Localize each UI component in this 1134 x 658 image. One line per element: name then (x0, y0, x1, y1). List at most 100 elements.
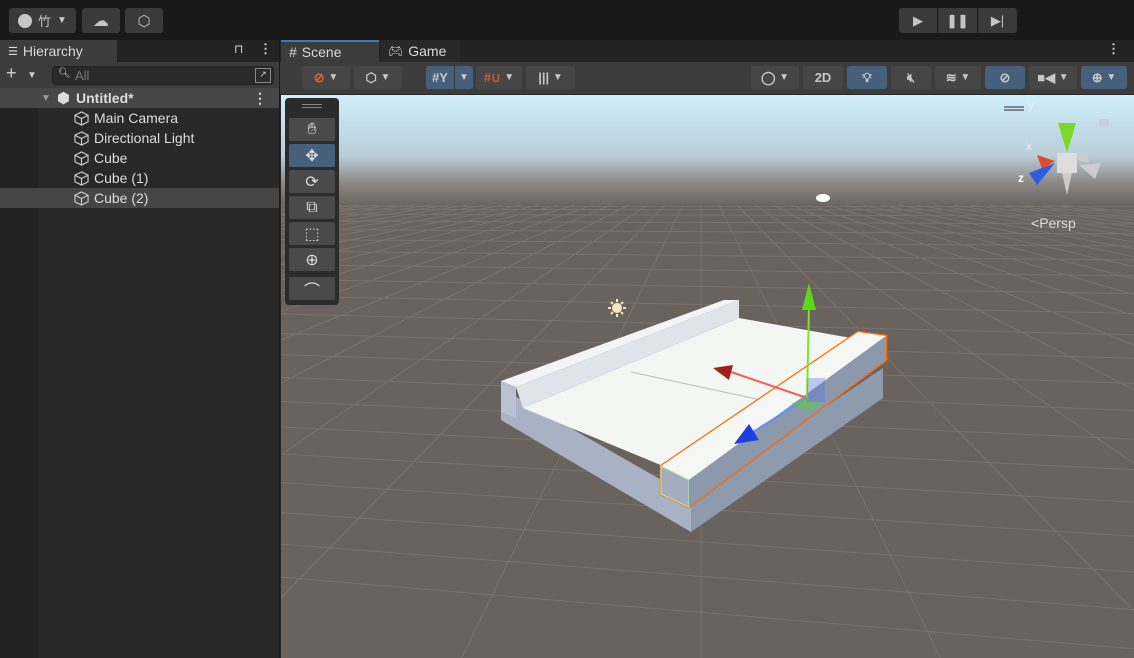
drag-handle[interactable] (302, 104, 322, 108)
hierarchy-panel: ☰ Hierarchy ⊓ ⋮ + ▼ 🔍︎ All ↗ ▼ ⬢ Untitle… (0, 40, 279, 658)
collab-button[interactable]: ⬡ (125, 8, 163, 33)
more-menu-icon[interactable]: ⋮ (1107, 41, 1120, 57)
sphere-icon: ◯ (760, 69, 776, 85)
rotate-icon: ⟳ (305, 173, 319, 191)
audio-toggle[interactable]: 🔇︎ (891, 66, 931, 89)
effects-icon: ≋ (945, 69, 957, 85)
foldout-arrow-icon[interactable]: ▼ (41, 93, 51, 104)
list-icon: ☰ (8, 45, 18, 58)
camera-icon: ■◀ (1037, 69, 1056, 85)
hierarchy-item[interactable]: Main Camera (0, 108, 279, 128)
grid-hash-icon: # (289, 44, 297, 60)
hierarchy-item[interactable]: Directional Light (0, 128, 279, 148)
path-icon: ⌒ (303, 282, 320, 300)
move-tool[interactable]: ✥ (289, 144, 335, 167)
step-icon: ▶| (990, 12, 1005, 28)
scene-viewport[interactable]: y x z <Persp ✋︎ ✥ ⟳ ⧉ ⬚ ⊕ ⌒ (281, 95, 1134, 658)
gizmos-dropdown[interactable]: ⊕ ▼ (1081, 66, 1127, 89)
rect-icon: ⬚ (304, 225, 320, 243)
hierarchy-item[interactable]: Cube (2) (0, 188, 279, 208)
account-icon (18, 13, 33, 28)
transform-tool[interactable]: ⊕ (289, 248, 335, 271)
cube1-wall-front (501, 381, 516, 418)
grid-y-icon: #Y (432, 70, 448, 85)
more-menu-icon[interactable]: ⋮ (259, 41, 272, 57)
item-label: Cube (1) (94, 170, 149, 186)
camera-dropdown[interactable]: ■◀ ▼ (1029, 66, 1077, 89)
grid-toggle[interactable]: #Y (426, 66, 454, 89)
play-icon: ▶ (913, 12, 923, 28)
scale-icon: ⧉ (306, 198, 318, 216)
cloud-icon: ☁ (93, 12, 109, 30)
chevron-down-icon: ▼ (57, 15, 67, 26)
cube-icon (74, 190, 89, 206)
lock-icon[interactable]: ⊓ (234, 42, 243, 56)
scene-canvas[interactable] (281, 95, 1134, 658)
chevron-down-icon[interactable]: ▼ (27, 70, 37, 81)
camera-icon (816, 194, 830, 202)
hidden-objects-toggle[interactable]: ⊘ (985, 66, 1025, 89)
effects-dropdown[interactable]: ≋ ▼ (935, 66, 981, 89)
more-menu-icon[interactable]: ⋮ (253, 90, 267, 107)
tab-game[interactable]: 🎮︎ Game (380, 40, 460, 62)
custom-tool[interactable]: ⌒ (289, 277, 335, 300)
tab-hierarchy[interactable]: ☰ Hierarchy (0, 40, 117, 62)
2d-toggle[interactable]: 2D (803, 66, 843, 89)
cube-icon (74, 130, 89, 146)
play-button[interactable]: ▶ (899, 8, 937, 33)
draw-mode-dropdown[interactable]: ⊘ ▼ (302, 66, 350, 89)
shading-dropdown[interactable]: ◯ ▼ (751, 66, 799, 89)
scene-toolbar: ⊘ ▼ ⬡ ▼ #Y ▼ #∪ ▼ ||| ▼ ◯ ▼ 2D 💡︎ 🔇︎ ≋ ▼… (280, 62, 1134, 94)
projection-toggle[interactable]: <Persp (1031, 215, 1076, 231)
draw-mode-icon: ⊘ (313, 69, 325, 85)
step-button[interactable]: ▶| (978, 8, 1017, 33)
lightbulb-icon: 💡︎ (862, 69, 872, 85)
tab-scene[interactable]: # Scene (281, 40, 379, 62)
scene-panel: # Scene 🎮︎ Game ⋮ ⊘ ▼ ⬡ ▼ #Y ▼ #∪ ▼ ||| … (280, 40, 1134, 658)
item-label: Cube (2) (94, 190, 149, 206)
hierarchy-item[interactable]: Cube (1) (0, 168, 279, 188)
snap-dropdown[interactable]: #∪ ▼ (476, 66, 522, 89)
hand-tool[interactable]: ✋︎ (289, 118, 335, 141)
lighting-toggle[interactable]: 💡︎ (847, 66, 887, 89)
audio-mute-icon: 🔇︎ (906, 69, 916, 85)
perspective-icon: < (1031, 215, 1040, 231)
collab-icon: ⬡ (137, 12, 151, 30)
transform-icon: ⊕ (305, 251, 319, 269)
item-label: Directional Light (94, 130, 195, 146)
rect-tool[interactable]: ⬚ (289, 222, 335, 245)
move-icon: ✥ (305, 147, 319, 165)
snap-magnet-icon: #∪ (483, 69, 501, 85)
ruler-icon: ||| (538, 70, 550, 85)
cube-render-icon: ⬡ (365, 69, 377, 85)
tools-overlay: ✋︎ ✥ ⟳ ⧉ ⬚ ⊕ ⌒ (285, 98, 339, 305)
gizmo-globe-icon: ⊕ (1091, 69, 1103, 85)
add-button[interactable]: + (6, 63, 17, 84)
grid-dropdown[interactable]: ▼ (455, 66, 473, 89)
pause-button[interactable]: ❚❚ (938, 8, 977, 33)
gamepad-icon: 🎮︎ (388, 44, 404, 58)
account-name: 竹 (38, 14, 52, 29)
scale-tool[interactable]: ⧉ (289, 196, 335, 219)
hierarchy-item[interactable]: Cube (0, 148, 279, 168)
render-mode-dropdown[interactable]: ⬡ ▼ (354, 66, 402, 89)
account-dropdown[interactable]: 竹 ▼ (9, 8, 76, 33)
item-label: Main Camera (94, 110, 179, 126)
expand-icon[interactable]: ↗ (255, 68, 271, 83)
cube-icon (74, 150, 89, 166)
xy-plane-handle (807, 378, 825, 402)
item-label: Cube (94, 150, 128, 166)
unity-scene-icon: ⬢ (56, 90, 71, 107)
cloud-button[interactable]: ☁ (82, 8, 120, 33)
cube-icon (74, 110, 89, 126)
pause-icon: ❚❚ (946, 12, 969, 28)
search-icon: 🔍︎ (58, 68, 71, 79)
eye-slash-icon: ⊘ (999, 69, 1011, 85)
rotate-tool[interactable]: ⟳ (289, 170, 335, 193)
scene-row[interactable]: ▼ ⬢ Untitled* ⋮ (0, 88, 279, 108)
lock-icon (1099, 119, 1109, 127)
cube-icon (74, 170, 89, 186)
increment-snap-dropdown[interactable]: ||| ▼ (526, 66, 575, 89)
search-input[interactable]: 🔍︎ All ↗ (52, 66, 274, 85)
hand-icon: ✋︎ (307, 120, 317, 138)
